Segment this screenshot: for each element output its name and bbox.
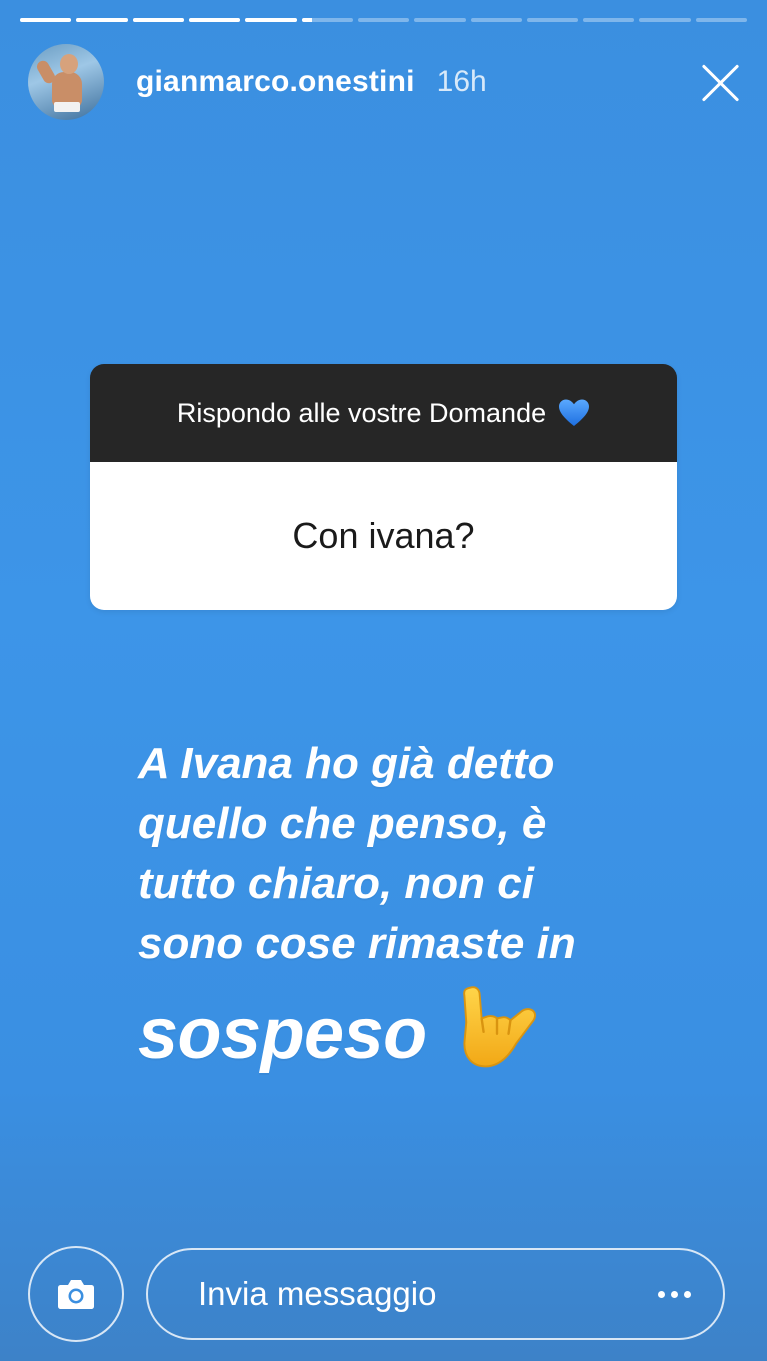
answer-line-4: sono cose rimaste in <box>138 919 576 968</box>
message-input[interactable] <box>196 1274 658 1314</box>
post-time: 16h <box>436 65 487 98</box>
story-progress-segment <box>357 18 410 22</box>
answer-line-3: tutto chiaro, non ci <box>138 859 534 908</box>
avatar[interactable] <box>28 44 104 120</box>
question-text: Con ivana? <box>292 515 475 556</box>
story-header: gianmarco.onestini 16h <box>28 42 743 122</box>
camera-button[interactable] <box>28 1246 124 1342</box>
close-icon[interactable] <box>699 60 743 104</box>
story-progress-bar <box>20 18 748 23</box>
story-progress-segment <box>695 18 748 22</box>
story-progress-segment <box>526 18 579 22</box>
answer-line-1: A Ivana ho già detto <box>138 739 555 788</box>
more-icon[interactable] <box>658 1290 691 1298</box>
story-progress-segment <box>20 18 72 22</box>
story-progress-segment <box>470 18 522 22</box>
story-progress-segment <box>188 18 241 22</box>
question-sticker-header: Rispondo alle vostre Domande <box>90 364 677 462</box>
story-progress-segment <box>76 18 128 22</box>
question-sticker-title: Rispondo alle vostre Domande <box>176 397 547 428</box>
question-sticker[interactable]: Rispondo alle vostre Domande Con ivana? <box>90 364 677 610</box>
story-progress-segment <box>132 18 184 22</box>
story-progress-segment <box>639 18 691 22</box>
call-me-hand-icon <box>462 986 536 1068</box>
story-progress-segment <box>583 18 635 22</box>
camera-icon <box>58 1280 94 1309</box>
message-field[interactable] <box>146 1248 725 1340</box>
answer-text: A Ivana ho già detto quello che penso, è… <box>138 734 658 1076</box>
username[interactable]: gianmarco.onestini <box>136 65 415 99</box>
blue-heart-icon <box>559 399 590 426</box>
story-progress-segment <box>245 18 297 22</box>
answer-last-word: sospeso <box>138 994 427 1074</box>
answer-line-2: quello che penso, è <box>138 799 547 848</box>
answer-last-line: sospeso <box>138 980 658 1076</box>
story-progress-segment <box>414 18 466 22</box>
story-progress-segment <box>301 18 353 22</box>
question-text-area: Con ivana? <box>90 462 677 610</box>
story-footer <box>28 1246 725 1342</box>
